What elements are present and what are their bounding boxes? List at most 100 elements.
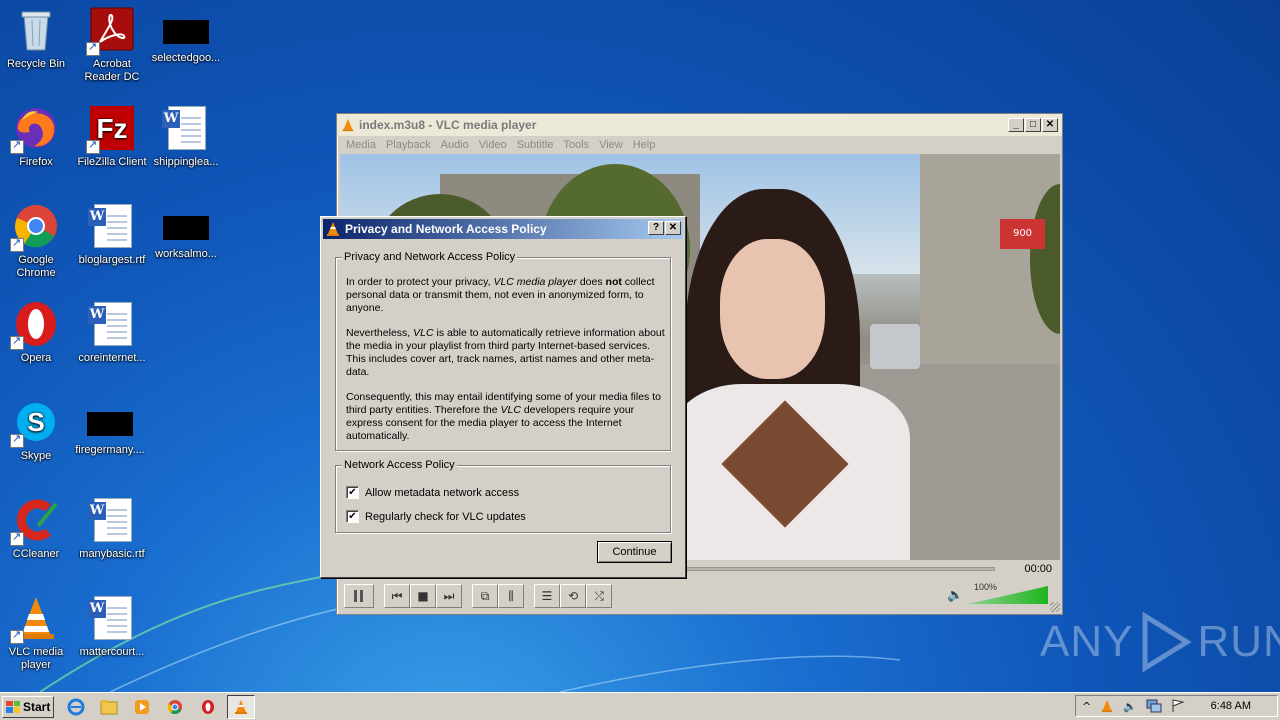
pause-button[interactable]	[344, 584, 374, 608]
vlc-cone-icon	[327, 222, 339, 236]
taskbar-ie-icon[interactable]	[65, 696, 87, 718]
network-group-title: Network Access Policy	[342, 459, 457, 471]
desktop-icon-manybasic[interactable]: W manybasic.rtf	[74, 496, 150, 561]
start-button[interactable]: Start	[2, 695, 54, 718]
desktop-icon-label: CCleaner	[12, 548, 60, 560]
stop-icon: ■	[417, 589, 429, 603]
tray-expand-button[interactable]: ^	[1082, 700, 1091, 713]
stop-button[interactable]: ■	[410, 584, 436, 608]
watermark-left: ANY	[1040, 617, 1134, 666]
desktop-icon-shippinglea[interactable]: W shippinglea...	[148, 104, 224, 169]
dialog-close-button[interactable]: ✕	[665, 221, 681, 235]
previous-icon: ⏮	[391, 588, 403, 603]
privacy-dialog: Privacy and Network Access Policy ? ✕ Pr…	[320, 216, 686, 578]
metadata-access-checkbox[interactable]: ✔	[346, 486, 359, 499]
maximize-button[interactable]: □	[1025, 118, 1041, 132]
desktop-icon-label: firegermany....	[75, 444, 145, 456]
desktop-icon-selectedgoo[interactable]: selectedgoo...	[148, 6, 224, 65]
taskbar-clock[interactable]: 6:48 AM	[1211, 700, 1251, 712]
help-button[interactable]: ?	[648, 221, 664, 235]
menu-audio[interactable]: Audio	[436, 139, 474, 151]
vlc-cone-icon	[10, 594, 60, 644]
resize-grip[interactable]	[1050, 602, 1060, 612]
menu-view[interactable]: View	[594, 139, 628, 151]
next-button[interactable]: ⏭	[436, 584, 462, 608]
video-car	[870, 324, 920, 369]
fullscreen-icon: ⧉	[480, 588, 490, 603]
desktop-icon-label: Google Chrome	[16, 254, 56, 279]
desktop-icon-label: mattercourt...	[79, 646, 145, 658]
taskbar-vlc-button[interactable]	[227, 694, 255, 719]
firefox-icon	[10, 104, 60, 154]
update-check-checkbox[interactable]: ✔	[346, 510, 359, 523]
desktop-icon-firegermany[interactable]: firegermany....	[72, 398, 148, 457]
menu-help[interactable]: Help	[628, 139, 661, 151]
taskbar: Start ^ 🔈 6:48 AM	[0, 692, 1280, 720]
privacy-paragraph-2: Nevertheless, VLC is able to automatical…	[346, 327, 665, 378]
desktop-icon-opera[interactable]: Opera	[0, 300, 74, 365]
dialog-title-bar[interactable]: Privacy and Network Access Policy ? ✕	[323, 219, 683, 239]
desktop-icon-label: coreinternet...	[78, 352, 146, 364]
seek-slider[interactable]	[685, 567, 995, 571]
menu-tools[interactable]: Tools	[558, 139, 594, 151]
desktop-icon-filezilla[interactable]: Fz FileZilla Client	[74, 104, 150, 169]
update-check-label: Regularly check for VLC updates	[365, 510, 526, 523]
tray-flag-icon[interactable]	[1171, 699, 1185, 713]
taskbar-chrome-icon[interactable]	[164, 696, 186, 718]
time-label: 00:00	[1024, 563, 1052, 575]
speaker-icon[interactable]: 🔈	[947, 588, 963, 603]
vlc-cone-icon	[342, 118, 354, 132]
word-document-icon: W	[88, 300, 136, 348]
opera-icon	[10, 300, 60, 350]
desktop-icon-firefox[interactable]: Firefox	[0, 104, 74, 169]
volume-percent: 100%	[974, 582, 998, 592]
desktop-icon-recycle-bin[interactable]: Recycle Bin	[0, 6, 74, 71]
shuffle-button[interactable]: ⤮	[586, 584, 612, 608]
desktop-icon-label: Recycle Bin	[6, 58, 66, 70]
privacy-paragraph-3: Consequently, this may entail identifyin…	[346, 391, 661, 442]
playback-controls: ⏮ ■ ⏭ ⧉ ⫼ ☰ ⟲ ⤮ 🔈 100%	[340, 582, 1060, 610]
close-button[interactable]: ✕	[1042, 118, 1058, 132]
desktop-icon-acrobat[interactable]: Acrobat Reader DC	[74, 6, 150, 84]
desktop-icon-skype[interactable]: S Skype	[0, 398, 74, 463]
menu-media[interactable]: Media	[341, 139, 381, 151]
pause-icon	[354, 590, 363, 602]
desktop-icon-coreinternet[interactable]: W coreinternet...	[74, 300, 150, 365]
minimize-button[interactable]: _	[1008, 118, 1024, 132]
desktop-icon-chrome[interactable]: Google Chrome	[0, 202, 74, 280]
desktop-icon-label: Skype	[20, 450, 52, 462]
word-document-icon: W	[88, 594, 136, 642]
watermark-right: RUN	[1197, 617, 1280, 666]
desktop-icon-worksalmo[interactable]: worksalmo...	[148, 202, 224, 261]
taskbar-explorer-icon[interactable]	[98, 696, 120, 718]
desktop-icon-vlc[interactable]: VLC media player	[0, 594, 74, 672]
fullscreen-button[interactable]: ⧉	[472, 584, 498, 608]
menu-video[interactable]: Video	[474, 139, 512, 151]
recycle-bin-icon	[12, 6, 60, 54]
play-logo-icon	[1142, 612, 1193, 672]
vlc-menubar: Media Playback Audio Video Subtitle Tool…	[337, 136, 1062, 154]
svg-text:S: S	[27, 407, 44, 437]
vlc-title-bar[interactable]: index.m3u8 - VLC media player _ □ ✕	[337, 114, 1062, 136]
tray-volume-icon[interactable]: 🔈	[1123, 700, 1137, 713]
shuffle-icon: ⤮	[594, 588, 604, 603]
tray-network-icon[interactable]	[1146, 699, 1162, 713]
taskbar-opera-icon[interactable]	[197, 696, 219, 718]
tray-vlc-icon[interactable]	[1100, 699, 1114, 713]
previous-button[interactable]: ⏮	[384, 584, 410, 608]
desktop-icon-bloglargest[interactable]: W bloglargest.rtf	[74, 202, 150, 267]
continue-button[interactable]: Continue	[597, 541, 672, 563]
volume-slider[interactable]: 100%	[968, 582, 1048, 606]
metadata-access-option[interactable]: ✔ Allow metadata network access	[346, 486, 519, 499]
loop-button[interactable]: ⟲	[560, 584, 586, 608]
word-document-icon: W	[88, 202, 136, 250]
extended-settings-button[interactable]: ⫼	[498, 584, 524, 608]
redacted-thumbnail	[163, 20, 209, 44]
menu-subtitle[interactable]: Subtitle	[512, 139, 559, 151]
update-check-option[interactable]: ✔ Regularly check for VLC updates	[346, 510, 526, 523]
desktop-icon-mattercourt[interactable]: W mattercourt...	[74, 594, 150, 659]
playlist-button[interactable]: ☰	[534, 584, 560, 608]
taskbar-media-player-icon[interactable]	[131, 696, 153, 718]
desktop-icon-ccleaner[interactable]: CCleaner	[0, 496, 74, 561]
menu-playback[interactable]: Playback	[381, 139, 436, 151]
